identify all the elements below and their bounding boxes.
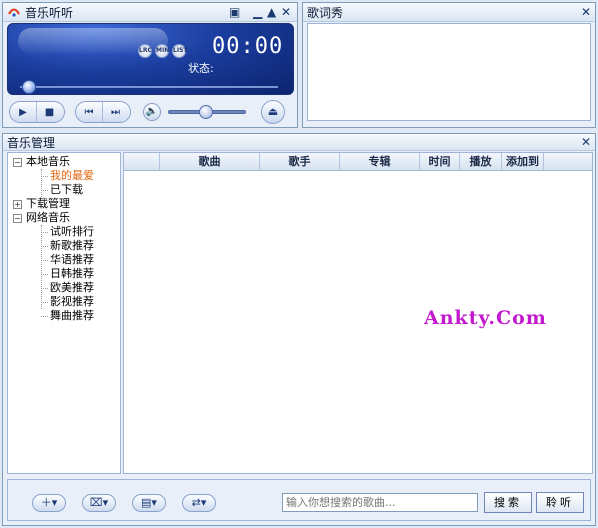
lyrics-titlebar: 歌词秀 [303,3,595,22]
play-button[interactable]: ▶ [10,102,36,122]
min-button[interactable]: MIN [155,44,169,58]
stop-button[interactable]: ■ [36,102,62,122]
lyrics-title: 歌词秀 [307,5,344,20]
collapse-icon[interactable]: − [13,213,22,223]
tree-item-dance[interactable]: 舞曲推荐 [8,309,120,323]
progress-bar[interactable] [20,86,278,88]
column-song[interactable]: 歌曲 [160,153,260,170]
next-button[interactable]: ⏭ [102,102,128,122]
tree-item-favorites[interactable]: 我的最爱 [8,169,120,183]
tree-item-trial-rank[interactable]: 试听排行 [8,225,120,239]
minimize-icon[interactable]: ▁ [253,5,262,19]
column-plays[interactable]: 播放 [460,153,502,170]
manager-panel: 音乐管理 ✕ − 本地音乐 我的最爱 已下载 + 下载管理 − 网络音乐 试听排… [2,133,596,526]
play-controls: ▶ ■ [9,101,65,123]
manager-close-icon[interactable]: ✕ [581,135,591,149]
column-index[interactable] [124,153,160,170]
column-time[interactable]: 时间 [420,153,460,170]
tree-node-online[interactable]: − 网络音乐 [8,211,120,225]
eject-button[interactable]: ⏏ [261,100,285,124]
expand-icon[interactable]: + [13,199,22,209]
progress-handle[interactable] [22,80,36,94]
tree-item-new-songs[interactable]: 新歌推荐 [8,239,120,253]
add-button[interactable]: ＋▾ [32,494,66,512]
watermark-text: Ankty.Com [424,307,547,329]
tree-item-chinese[interactable]: 华语推荐 [8,253,120,267]
list-button[interactable]: LIST [172,44,187,58]
delete-button[interactable]: ⌧▾ [82,494,116,512]
player-title: 音乐听听 [25,5,74,20]
search-input[interactable] [282,493,478,512]
tree-item-film[interactable]: 影视推荐 [8,295,120,309]
track-controls: ⏮ ⏭ [75,101,131,123]
tree-item-jpkr[interactable]: 日韩推荐 [8,267,120,281]
bottom-toolbar: ＋▾ ⌧▾ ▤▾ ⇄▾ 搜索 聆听 [7,479,591,521]
lyrics-area [307,23,591,121]
column-album[interactable]: 专辑 [340,153,420,170]
tree-item-western[interactable]: 欧美推荐 [8,281,120,295]
list-menu-button[interactable]: ▤▾ [132,494,166,512]
column-add-to[interactable]: 添加到 [502,153,544,170]
lyrics-close-icon[interactable]: ✕ [581,5,591,19]
tree-node-download[interactable]: + 下载管理 [8,197,120,211]
repeat-mode-button[interactable]: ⇄▾ [182,494,216,512]
app-logo-icon [7,5,21,19]
status-label: 状态: [188,62,214,75]
lrc-button[interactable]: LRC [138,44,152,58]
mini-mode-icon[interactable]: ▲ [267,5,276,19]
tree-item-downloaded[interactable]: 已下载 [8,183,120,197]
manager-titlebar: 音乐管理 [3,134,595,151]
collapse-icon[interactable]: − [13,157,22,167]
prev-button[interactable]: ⏮ [76,102,102,122]
column-artist[interactable]: 歌手 [260,153,340,170]
player-panel: 音乐听听 ▣ ▁ ▲ ✕ LRC MIN LIST 00:00 状态: ▶ ■ … [2,2,298,128]
volume-icon[interactable]: 🔈 [143,103,161,121]
menu-dropdown-icon[interactable]: ▣ [229,5,240,19]
song-list-header: 歌曲 歌手 专辑 时间 播放 添加到 [124,153,592,171]
tree-node-local[interactable]: − 本地音乐 [8,155,120,169]
manager-title: 音乐管理 [7,135,56,150]
category-tree: − 本地音乐 我的最爱 已下载 + 下载管理 − 网络音乐 试听排行 新歌推荐 … [7,152,121,474]
lyrics-panel: 歌词秀 ✕ [302,2,596,128]
time-display: 00:00 [212,34,284,59]
player-display: LRC MIN LIST 00:00 状态: [7,23,294,95]
volume-handle[interactable] [199,105,213,119]
listen-button[interactable]: 聆听 [536,492,584,513]
search-button[interactable]: 搜索 [484,492,532,513]
close-icon[interactable]: ✕ [281,5,291,19]
